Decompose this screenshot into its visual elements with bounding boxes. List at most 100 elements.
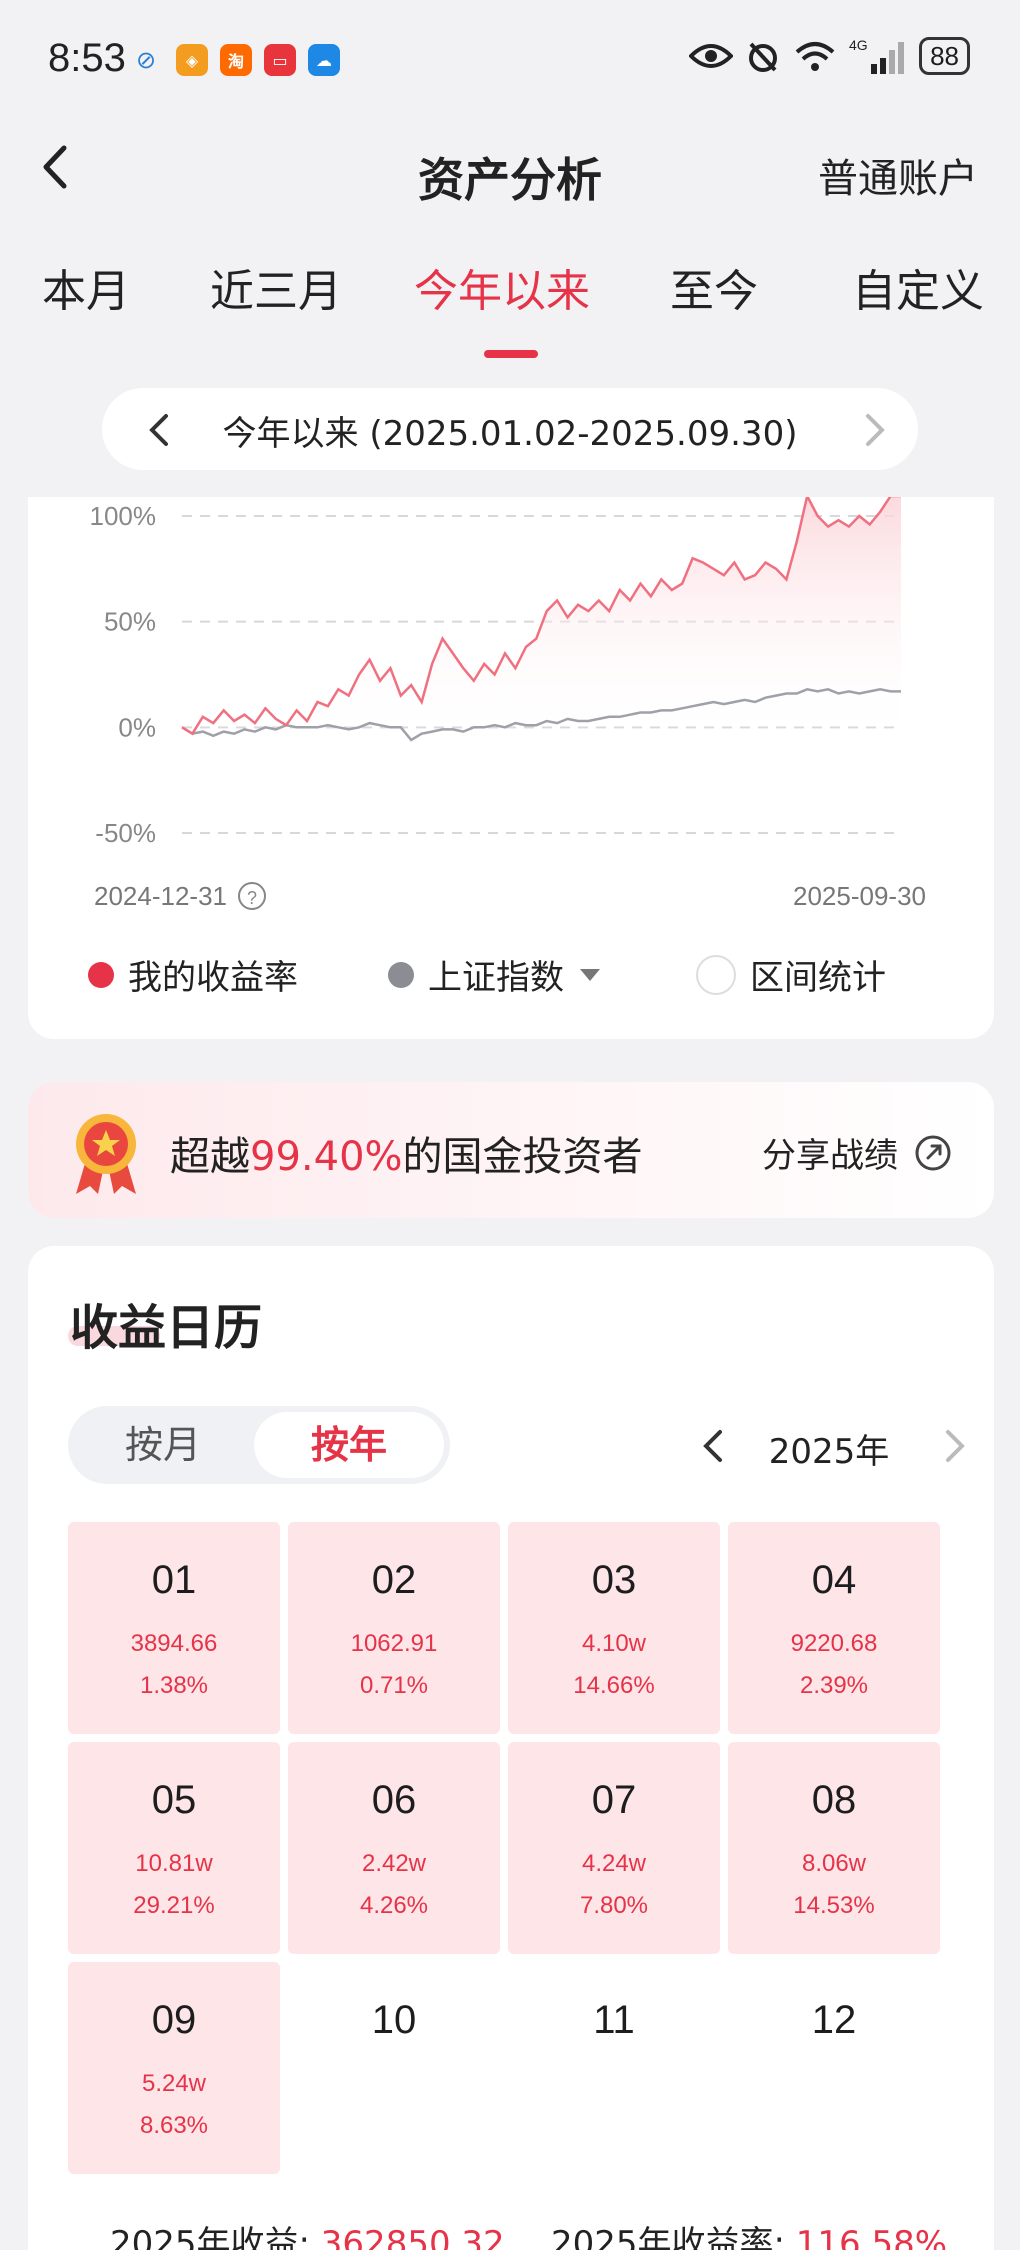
tab-three-months[interactable]: 近三月: [210, 255, 342, 319]
legend-my-return[interactable]: 我的收益率: [88, 950, 298, 999]
calendar-mode-toggle: 按月 按年: [68, 1406, 450, 1484]
month-percent: 8.63%: [139, 2112, 209, 2139]
year-income: 2025年收益: 362850.32: [110, 2216, 505, 2250]
month-cell[interactable]: 06 2.42w 4.26%: [288, 1742, 500, 1954]
ranking-text: 超越99.40%的国金投资者: [170, 1124, 643, 1182]
dropdown-triangle-icon[interactable]: [578, 967, 602, 983]
year-return-rate: 2025年收益率: 116.58%: [551, 2216, 947, 2250]
help-icon[interactable]: ?: [238, 882, 266, 910]
month-cell[interactable]: 01 3894.66 1.38%: [68, 1522, 280, 1734]
date-range-label: 今年以来 (2025.01.02-2025.09.30): [222, 414, 798, 454]
wallet-app-icon: ◈: [176, 44, 208, 76]
year-label: 2025年: [768, 1432, 890, 1472]
month-cell[interactable]: 02 1062.91 0.71%: [288, 1522, 500, 1734]
ranking-suffix: 的国金投资者: [402, 1134, 643, 1180]
chevron-right-icon[interactable]: [940, 1426, 970, 1466]
wifi-icon: [795, 42, 835, 71]
month-percent: 2.39%: [799, 1672, 869, 1699]
y-tick-label: 50%: [104, 607, 156, 637]
y-tick-label: -50%: [95, 818, 156, 848]
return-chart-card: 100% 50% 0% -50% 2024-12-31 ? 2025-09-30 我的…: [28, 497, 994, 1039]
period-tabs: 本月 近三月 今年以来 至今 自定义: [0, 255, 1020, 358]
active-tab-indicator: [484, 350, 538, 358]
eye-icon: [689, 44, 734, 68]
month-number: 06: [371, 1778, 417, 1822]
status-bar: 8:53 ⊘ ◈ 淘 ▭ ☁ 4G 88: [0, 0, 1020, 120]
legend-range-stats[interactable]: 区间统计: [696, 950, 886, 999]
month-amount: 4.24w: [581, 1850, 647, 1877]
month-cell[interactable]: 08 8.06w 14.53%: [728, 1742, 940, 1954]
account-switch-button[interactable]: 普通账户: [818, 146, 978, 204]
month-amount: 1062.91: [350, 1630, 438, 1657]
income-calendar-card: 收益日历 按月 按年 2025年 01 3894.66 1.38% 02 106…: [28, 1246, 994, 2250]
x-axis-end-label: 2025-09-30: [793, 881, 926, 911]
month-cell[interactable]: 03 4.10w 14.66%: [508, 1522, 720, 1734]
year-rate-value: 116.58%: [795, 2224, 948, 2250]
month-cell[interactable]: 11: [508, 1962, 720, 2174]
system-status-icons: 4G 88: [689, 36, 970, 76]
svg-text:4G: 4G: [849, 37, 868, 53]
month-amount: 2.42w: [361, 1850, 427, 1877]
month-percent: 0.71%: [359, 1672, 429, 1699]
chart-legend: 我的收益率 上证指数 区间统计: [28, 950, 994, 1000]
month-number: 09: [151, 1998, 197, 2042]
taobao-app-icon: 淘: [220, 44, 252, 76]
month-percent: 14.66%: [573, 1672, 655, 1699]
month-amount: 9220.68: [790, 1630, 878, 1657]
month-number: 07: [591, 1778, 637, 1822]
notification-app-icons: ⊘ ◈ 淘 ▭ ☁: [136, 44, 340, 76]
toggle-by-year[interactable]: 按年: [254, 1412, 444, 1478]
legend-my-return-label: 我的收益率: [128, 958, 298, 998]
month-cell[interactable]: 09 5.24w 8.63%: [68, 1962, 280, 2174]
share-label: 分享战绩: [762, 1136, 898, 1176]
month-amount: 5.24w: [141, 2070, 207, 2097]
legend-index[interactable]: 上证指数: [388, 950, 602, 999]
month-percent: 4.26%: [359, 1892, 429, 1919]
legend-range-stats-label: 区间统计: [750, 958, 886, 998]
month-number: 04: [811, 1558, 857, 1602]
y-tick-label: 0%: [118, 712, 156, 742]
month-cell[interactable]: 12: [728, 1962, 940, 2174]
link-icon: ⊘: [136, 46, 157, 74]
medal-icon: [76, 1114, 136, 1194]
month-percent: 14.53%: [793, 1892, 875, 1919]
year-summary: 2025年收益: 362850.32 2025年收益率: 116.58%: [28, 2216, 994, 2250]
month-number: 03: [591, 1558, 637, 1602]
ranking-percent: 99.40%: [250, 1134, 403, 1180]
tab-all-time[interactable]: 至今: [670, 255, 758, 319]
month-number: 11: [593, 1998, 635, 2042]
month-number: 10: [371, 1998, 417, 2042]
chevron-left-icon[interactable]: [698, 1426, 728, 1466]
month-percent: 7.80%: [579, 1892, 649, 1919]
month-amount: 10.81w: [135, 1850, 213, 1877]
tab-custom[interactable]: 自定义: [852, 255, 984, 319]
legend-gray-dot: [388, 961, 414, 988]
radio-circle-icon[interactable]: [696, 954, 736, 995]
legend-red-dot: [88, 961, 114, 988]
year-navigator: 2025年: [664, 1406, 994, 1484]
chevron-right-icon[interactable]: [860, 410, 890, 450]
alarm-icon: [749, 42, 778, 72]
month-cell[interactable]: 04 9220.68 2.39%: [728, 1522, 940, 1734]
x-axis-start-label: 2024-12-31: [94, 881, 227, 911]
ranking-banner: 超越99.40%的国金投资者 分享战绩: [28, 1082, 994, 1218]
month-cell[interactable]: 10: [288, 1962, 500, 2174]
month-cell[interactable]: 07 4.24w 7.80%: [508, 1742, 720, 1954]
toggle-by-month[interactable]: 按月: [68, 1412, 258, 1478]
month-cell[interactable]: 05 10.81w 29.21%: [68, 1742, 280, 1954]
calendar-title: 收益日历: [70, 1300, 263, 1356]
share-button[interactable]: 分享战绩: [762, 1128, 952, 1177]
tab-year-to-date[interactable]: 今年以来: [414, 255, 590, 319]
share-icon: [915, 1135, 951, 1170]
month-number: 01: [151, 1558, 197, 1602]
y-tick-label: 100%: [90, 501, 157, 531]
year-income-label: 2025年收益:: [110, 2224, 321, 2250]
month-number: 12: [811, 1998, 857, 2042]
app-header: 资产分析 普通账户: [0, 120, 1020, 220]
tab-this-month[interactable]: 本月: [42, 255, 130, 319]
battery-icon: 88: [919, 37, 970, 75]
month-amount: 8.06w: [801, 1850, 867, 1877]
date-range-selector: 今年以来 (2025.01.02-2025.09.30): [102, 388, 918, 470]
year-income-value: 362850.32: [320, 2224, 505, 2250]
weather-app-icon: ☁: [308, 44, 340, 76]
